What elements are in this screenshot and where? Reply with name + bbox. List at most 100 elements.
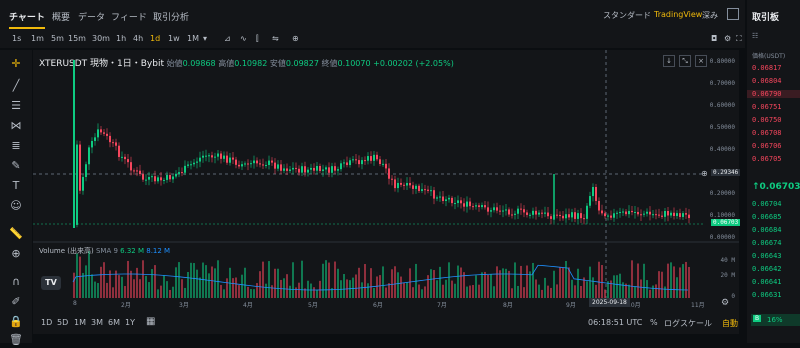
range-3m[interactable]: 3M bbox=[91, 318, 103, 327]
settings-icon[interactable]: ⚙ bbox=[724, 34, 731, 43]
ask-row[interactable]: 0.06751 bbox=[752, 103, 782, 111]
interval-1M[interactable]: 1M bbox=[187, 34, 199, 43]
volume-bar bbox=[409, 268, 411, 298]
range-5d[interactable]: 5D bbox=[57, 318, 68, 327]
price-chart[interactable]: XTERUSDT 現物・1日・Bybit 始値0.09868 高値0.10982… bbox=[33, 50, 741, 312]
zoom-icon[interactable]: ⊕ bbox=[8, 246, 24, 262]
bid-row[interactable]: 0.06685 bbox=[752, 213, 782, 221]
view-depth[interactable]: 深み bbox=[702, 10, 718, 21]
orderbook-panel: 取引板 ☷ 価格(USDT) ↑0.06703 B 16% 0.06817 0.0… bbox=[747, 0, 800, 343]
trash-icon[interactable]: 🗑 bbox=[8, 332, 24, 348]
interval-4h[interactable]: 4h bbox=[133, 34, 143, 43]
bid-row[interactable]: 0.06641 bbox=[752, 278, 782, 286]
top-tab-bar: チャート 概要 データ フィード 取引分析 スタンダード TradingView… bbox=[0, 0, 745, 30]
ask-row[interactable]: 0.06790 bbox=[747, 90, 800, 98]
compare-icon[interactable]: ⇋ bbox=[272, 34, 279, 43]
interval-1h[interactable]: 1h bbox=[116, 34, 126, 43]
tab-trade-analysis[interactable]: 取引分析 bbox=[153, 10, 189, 23]
brush-icon[interactable]: ✎ bbox=[8, 158, 24, 174]
text-icon[interactable]: T bbox=[8, 178, 24, 194]
fullscreen-icon[interactable]: ⛶ bbox=[736, 34, 742, 44]
candle bbox=[532, 210, 534, 215]
crosshair-icon[interactable]: ✛ bbox=[8, 56, 24, 72]
bid-row[interactable]: 0.06704 bbox=[752, 200, 782, 208]
bid-row[interactable]: 0.06642 bbox=[752, 265, 782, 273]
candle bbox=[682, 213, 684, 217]
pencil-lock-icon[interactable]: ✐ bbox=[8, 294, 24, 310]
lock-icon[interactable]: 🔒 bbox=[8, 314, 24, 330]
bid-row[interactable]: 0.06643 bbox=[752, 252, 782, 260]
candle bbox=[595, 186, 597, 201]
interval-1d[interactable]: 1d bbox=[150, 34, 160, 43]
emoji-icon[interactable]: ☺ bbox=[8, 198, 24, 214]
ask-row[interactable]: 0.06750 bbox=[752, 116, 782, 124]
candle bbox=[355, 159, 357, 161]
bid-row[interactable]: 0.06631 bbox=[752, 291, 782, 299]
interval-15m[interactable]: 15m bbox=[68, 34, 86, 43]
ask-row[interactable]: 0.06817 bbox=[752, 64, 782, 72]
view-tradingview[interactable]: TradingView bbox=[654, 10, 702, 19]
interval-30m[interactable]: 30m bbox=[92, 34, 110, 43]
candle bbox=[313, 167, 315, 171]
volume-bar bbox=[406, 282, 408, 298]
pitchfork-icon[interactable]: ⋈ bbox=[8, 118, 24, 134]
ask-row[interactable]: 0.06708 bbox=[752, 129, 782, 137]
magnet-icon[interactable]: ∩ bbox=[8, 274, 24, 290]
volume-bar bbox=[619, 273, 621, 298]
axis-settings-icon[interactable]: ⚙ bbox=[721, 298, 729, 308]
ob-settings-icon[interactable]: ☷ bbox=[752, 32, 758, 40]
add-alert-icon[interactable]: ⊕ bbox=[701, 169, 708, 178]
volume-bar bbox=[85, 265, 87, 298]
volume-bar bbox=[250, 289, 252, 298]
ask-row[interactable]: 0.06804 bbox=[752, 77, 782, 85]
interval-1w[interactable]: 1w bbox=[168, 34, 180, 43]
ruler-icon[interactable]: 📏 bbox=[8, 226, 24, 242]
volume-bar bbox=[685, 261, 687, 298]
tab-data[interactable]: データ bbox=[78, 10, 105, 23]
fib-icon[interactable]: ≣ bbox=[8, 138, 24, 154]
camera-icon[interactable]: ◘ bbox=[711, 34, 717, 43]
range-6m[interactable]: 6M bbox=[108, 318, 120, 327]
month-label: 8月 bbox=[503, 302, 513, 309]
interval-1m[interactable]: 1m bbox=[31, 34, 44, 43]
candle bbox=[577, 213, 579, 219]
volume-bar bbox=[382, 266, 384, 298]
candle-style-icon[interactable]: ⫿ bbox=[256, 34, 259, 44]
volume-bar bbox=[292, 262, 294, 298]
candle bbox=[100, 129, 102, 133]
horizontal-line-icon[interactable]: ☰ bbox=[8, 98, 24, 114]
interval-5m[interactable]: 5m bbox=[51, 34, 64, 43]
volume-bar bbox=[502, 268, 504, 298]
candle bbox=[406, 182, 408, 186]
tab-overview[interactable]: 概要 bbox=[52, 10, 70, 23]
chevron-down-icon[interactable]: ▾ bbox=[203, 34, 207, 43]
percent-toggle[interactable]: % bbox=[650, 318, 658, 327]
volume-bar bbox=[400, 276, 402, 298]
bid-row[interactable]: 0.06684 bbox=[752, 226, 782, 234]
month-label: 6月 bbox=[373, 302, 383, 309]
interval-1s[interactable]: 1s bbox=[12, 34, 21, 43]
layout-grid-icon[interactable] bbox=[727, 8, 739, 20]
view-standard[interactable]: スタンダード bbox=[603, 10, 651, 21]
range-1y[interactable]: 1Y bbox=[125, 318, 135, 327]
calendar-icon[interactable]: ▦ bbox=[146, 316, 155, 327]
volume-bar bbox=[112, 287, 114, 298]
indicators-icon[interactable]: ∿ bbox=[240, 34, 247, 43]
auto-scale-toggle[interactable]: 自動 bbox=[722, 318, 738, 329]
tab-feed[interactable]: フィード bbox=[111, 10, 147, 23]
utc-clock[interactable]: 06:18:51 UTC bbox=[588, 318, 642, 327]
trendline-icon[interactable]: ╱ bbox=[8, 78, 24, 94]
candle bbox=[484, 205, 486, 208]
tab-chart[interactable]: チャート bbox=[9, 10, 45, 29]
range-1m[interactable]: 1M bbox=[74, 318, 86, 327]
range-1d[interactable]: 1D bbox=[41, 318, 52, 327]
ask-row[interactable]: 0.06705 bbox=[752, 155, 782, 163]
volume-bar bbox=[310, 283, 312, 298]
ask-row[interactable]: 0.06706 bbox=[752, 142, 782, 150]
chart-type-icon[interactable]: ⊿ bbox=[224, 34, 231, 43]
volume-bar bbox=[664, 286, 666, 298]
bid-row[interactable]: 0.06674 bbox=[752, 239, 782, 247]
log-scale-toggle[interactable]: ログスケール bbox=[664, 318, 712, 329]
add-indicator-icon[interactable]: ⊕ bbox=[292, 34, 299, 43]
candle bbox=[235, 159, 237, 165]
